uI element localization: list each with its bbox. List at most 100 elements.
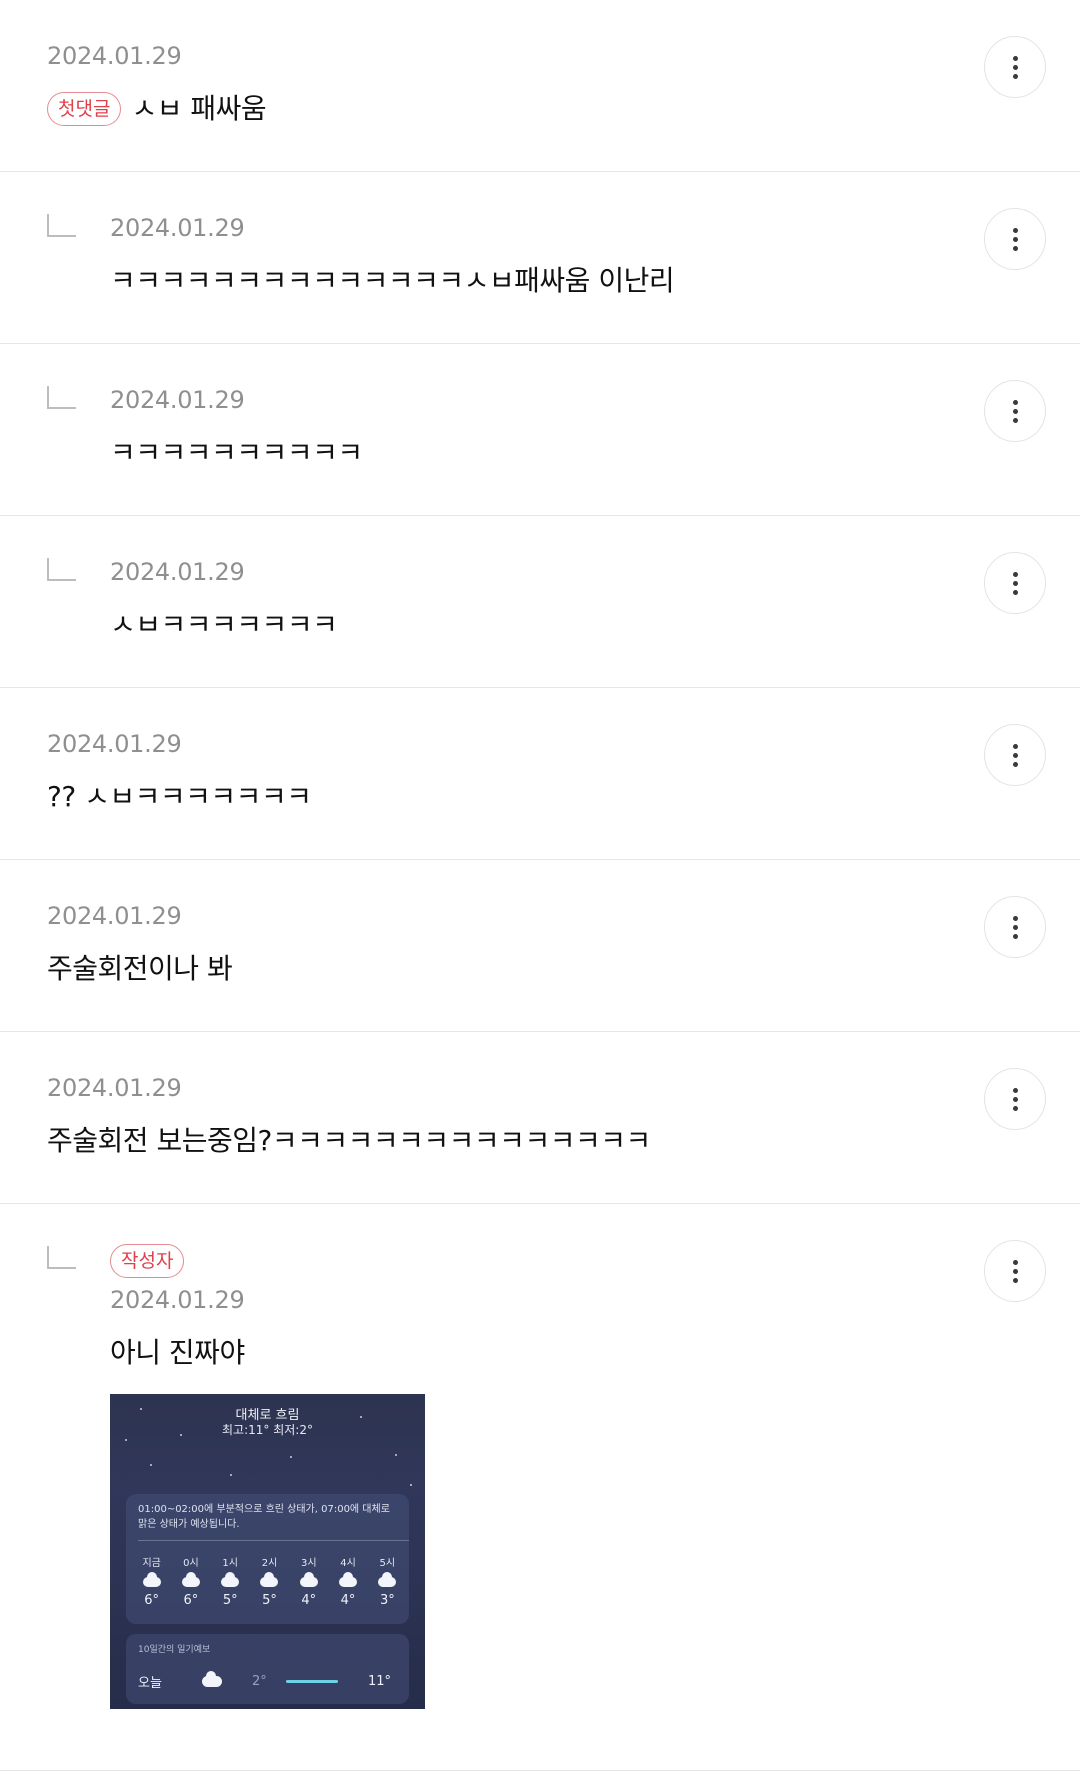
reply-item: 2024.01.29 ㅅㅂㅋㅋㅋㅋㅋㅋㅋ xyxy=(0,516,1080,688)
hour-label: 2시 xyxy=(261,1558,278,1569)
reply-item: 2024.01.29 ㅋㅋㅋㅋㅋㅋㅋㅋㅋㅋ xyxy=(0,344,1080,516)
more-dot xyxy=(1012,236,1018,242)
forecast-row: 오늘 2° 11° xyxy=(138,1671,397,1691)
more-options-button[interactable] xyxy=(984,36,1046,98)
comment-text: 주술회전이나 봐 xyxy=(47,952,233,985)
cloud-icon xyxy=(221,1572,240,1587)
more-dot xyxy=(1012,1105,1018,1111)
more-dot xyxy=(1012,1277,1018,1283)
more-dot xyxy=(1012,580,1018,586)
more-options-button[interactable] xyxy=(984,896,1046,958)
hour-item: 0시 6° xyxy=(171,1554,210,1608)
comment-date: 2024.01.29 xyxy=(47,730,182,758)
more-options-button[interactable] xyxy=(984,724,1046,786)
comment-date: 2024.01.29 xyxy=(47,1074,182,1102)
reply-arrow-icon xyxy=(47,1246,76,1269)
more-vertical-icon xyxy=(1012,743,1018,749)
attached-weather-image[interactable]: 대체로 흐림 최고:11° 최저:2° 01:00~02:00에 부분적으로 흐… xyxy=(110,1394,425,1709)
more-dot xyxy=(1012,1096,1018,1102)
more-dot xyxy=(1012,417,1018,423)
hour-item: 지금 6° xyxy=(132,1554,171,1608)
hour-label: 1시 xyxy=(222,1558,238,1569)
more-options-button[interactable] xyxy=(984,380,1046,442)
hour-item: 2시 5° xyxy=(250,1554,289,1608)
forecast-day: 오늘 xyxy=(138,1676,162,1691)
cloud-icon xyxy=(339,1572,358,1587)
comment-date: 2024.01.29 xyxy=(110,1286,245,1314)
more-dot xyxy=(1012,408,1018,414)
hour-item: 4시 4° xyxy=(328,1554,367,1608)
comment-date: 2024.01.29 xyxy=(110,214,245,242)
comment-item: 2024.01.29 주술회전이나 봐 xyxy=(0,860,1080,1032)
more-vertical-icon xyxy=(1012,1259,1018,1265)
more-dot xyxy=(1012,245,1018,251)
hour-item: 1시 5° xyxy=(211,1554,250,1608)
comment-date: 2024.01.29 xyxy=(47,42,182,70)
forecast-label: 10일간의 일기예보 xyxy=(138,1645,211,1655)
more-dot xyxy=(1012,589,1018,595)
more-vertical-icon xyxy=(1012,1087,1018,1093)
hour-temp: 5° xyxy=(262,1593,277,1608)
hour-label: 4시 xyxy=(340,1558,356,1569)
more-vertical-icon xyxy=(1012,55,1018,61)
more-dot xyxy=(1012,761,1018,767)
weather-summary: 01:00~02:00에 부분적으로 흐린 상태가, 07:00에 대체로 맑은… xyxy=(138,1504,390,1530)
comment-date: 2024.01.29 xyxy=(110,558,245,586)
more-options-button[interactable] xyxy=(984,552,1046,614)
hour-label: 0시 xyxy=(183,1558,199,1569)
hour-label: 지금 xyxy=(142,1558,161,1569)
cloud-icon xyxy=(202,1671,222,1687)
comment-text: ㅅㅂ 패싸움 xyxy=(131,92,267,125)
hour-item: 3시 4° xyxy=(289,1554,328,1608)
reply-arrow-icon xyxy=(47,214,76,237)
weather-hilo: 최고:11° 최저:2° xyxy=(222,1423,313,1437)
comment-text: 아니 진짜야 xyxy=(110,1336,245,1369)
hourly-list: 지금 6° 0시 6° 1시 5° 2시 5° 3시 4° 4시 4° 5시 3° xyxy=(132,1554,409,1608)
cloud-icon xyxy=(181,1572,200,1587)
hour-label: 3시 xyxy=(300,1558,317,1569)
more-vertical-icon xyxy=(1012,399,1018,405)
comment-item: 2024.01.29 주술회전 보는중임?ㅋㅋㅋㅋㅋㅋㅋㅋㅋㅋㅋㅋㅋㅋㅋ xyxy=(0,1032,1080,1204)
comment-date: 2024.01.29 xyxy=(110,386,245,414)
reply-arrow-icon xyxy=(47,558,76,581)
forecast-low: 2° xyxy=(252,1674,267,1689)
hour-temp: 6° xyxy=(183,1593,199,1608)
forecast-high: 11° xyxy=(368,1674,392,1689)
comment-item: 2024.01.29 ?? ㅅㅂㅋㅋㅋㅋㅋㅋㅋ xyxy=(0,688,1080,860)
panel-divider xyxy=(138,1540,409,1541)
comment-text: 주술회전 보는중임?ㅋㅋㅋㅋㅋㅋㅋㅋㅋㅋㅋㅋㅋㅋㅋ xyxy=(47,1124,651,1157)
hour-temp: 4° xyxy=(340,1593,356,1608)
more-options-button[interactable] xyxy=(984,1068,1046,1130)
comment-text: ?? ㅅㅂㅋㅋㅋㅋㅋㅋㅋ xyxy=(47,780,312,813)
more-options-button[interactable] xyxy=(984,208,1046,270)
reply-arrow-icon xyxy=(47,386,76,409)
hour-item: 5시 3° xyxy=(368,1554,407,1608)
comment-text: ㅅㅂㅋㅋㅋㅋㅋㅋㅋ xyxy=(110,608,338,641)
author-badge: 작성자 xyxy=(110,1244,185,1278)
comment-text: ㅋㅋㅋㅋㅋㅋㅋㅋㅋㅋㅋㅋㅋㅋㅅㅂ패싸움 이난리 xyxy=(110,264,675,297)
reply-item: 2024.01.29 ㅋㅋㅋㅋㅋㅋㅋㅋㅋㅋㅋㅋㅋㅋㅅㅂ패싸움 이난리 xyxy=(0,172,1080,344)
cloud-icon xyxy=(142,1572,161,1587)
more-options-button[interactable] xyxy=(984,1240,1046,1302)
hour-temp: 4° xyxy=(301,1593,317,1608)
cloud-icon xyxy=(299,1572,318,1587)
hourly-panel: 01:00~02:00에 부분적으로 흐린 상태가, 07:00에 대체로 맑은… xyxy=(126,1494,409,1624)
more-vertical-icon xyxy=(1012,227,1018,233)
hour-temp: 5° xyxy=(222,1593,238,1608)
more-dot xyxy=(1012,1268,1018,1274)
hour-temp: 6° xyxy=(144,1593,160,1608)
more-dot xyxy=(1012,924,1018,930)
cloud-icon xyxy=(378,1572,397,1587)
comment-item: 2024.01.29 첫댓글 ㅅㅂ 패싸움 xyxy=(0,0,1080,172)
more-dot xyxy=(1012,73,1018,79)
hour-temp: 3° xyxy=(379,1593,395,1608)
comment-date: 2024.01.29 xyxy=(47,902,182,930)
more-vertical-icon xyxy=(1012,915,1018,921)
more-dot xyxy=(1012,933,1018,939)
forecast-panel: 10일간의 일기예보 오늘 2° 11° xyxy=(126,1634,409,1704)
temperature-range-bar xyxy=(286,1680,338,1683)
hour-label: 5시 xyxy=(379,1558,396,1569)
comment-text: ㅋㅋㅋㅋㅋㅋㅋㅋㅋㅋ xyxy=(110,436,363,469)
author-reply-item: 작성자 2024.01.29 아니 진짜야 대체로 흐림 최고:11° 최저:2… xyxy=(0,1204,1080,1771)
more-vertical-icon xyxy=(1012,571,1018,577)
